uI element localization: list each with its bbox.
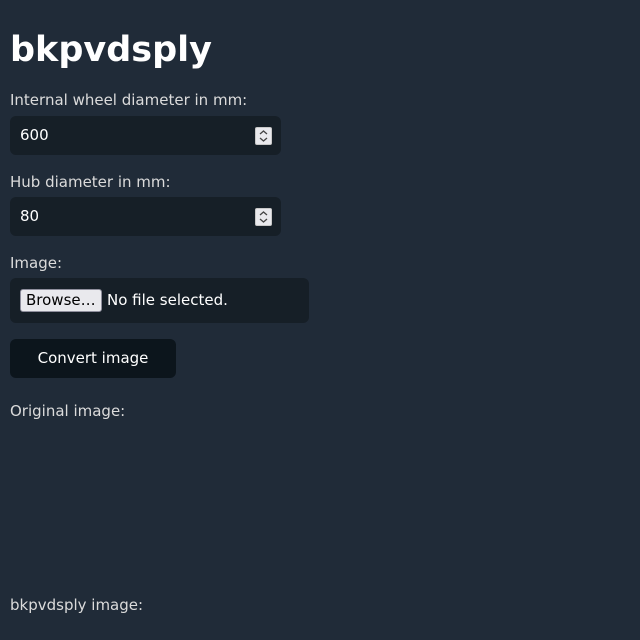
wheel-diameter-value[interactable]: 600 <box>20 125 49 145</box>
wheel-diameter-label: Internal wheel diameter in mm: <box>10 91 248 109</box>
file-status-text: No file selected. <box>107 291 228 309</box>
result-image-area <box>10 620 630 640</box>
page: bkpvdsply Internal wheel diameter in mm:… <box>0 0 640 640</box>
browse-button[interactable]: Browse… <box>20 289 102 312</box>
wheel-diameter-field[interactable]: 600 <box>10 116 281 155</box>
original-image-label: Original image: <box>10 402 126 420</box>
wheel-diameter-spinner[interactable] <box>255 127 272 145</box>
up-down-arrows-icon <box>259 211 268 223</box>
hub-diameter-spinner[interactable] <box>255 208 272 226</box>
original-image-area <box>10 425 630 590</box>
hub-diameter-field[interactable]: 80 <box>10 197 281 236</box>
image-label: Image: <box>10 254 63 272</box>
up-down-arrows-icon <box>259 130 268 142</box>
result-image-label: bkpvdsply image: <box>10 596 144 614</box>
page-title: bkpvdsply <box>10 30 212 70</box>
hub-diameter-value[interactable]: 80 <box>20 206 39 226</box>
convert-image-button[interactable]: Convert image <box>10 339 176 378</box>
image-file-input[interactable]: Browse… No file selected. <box>10 278 309 323</box>
hub-diameter-label: Hub diameter in mm: <box>10 173 171 191</box>
